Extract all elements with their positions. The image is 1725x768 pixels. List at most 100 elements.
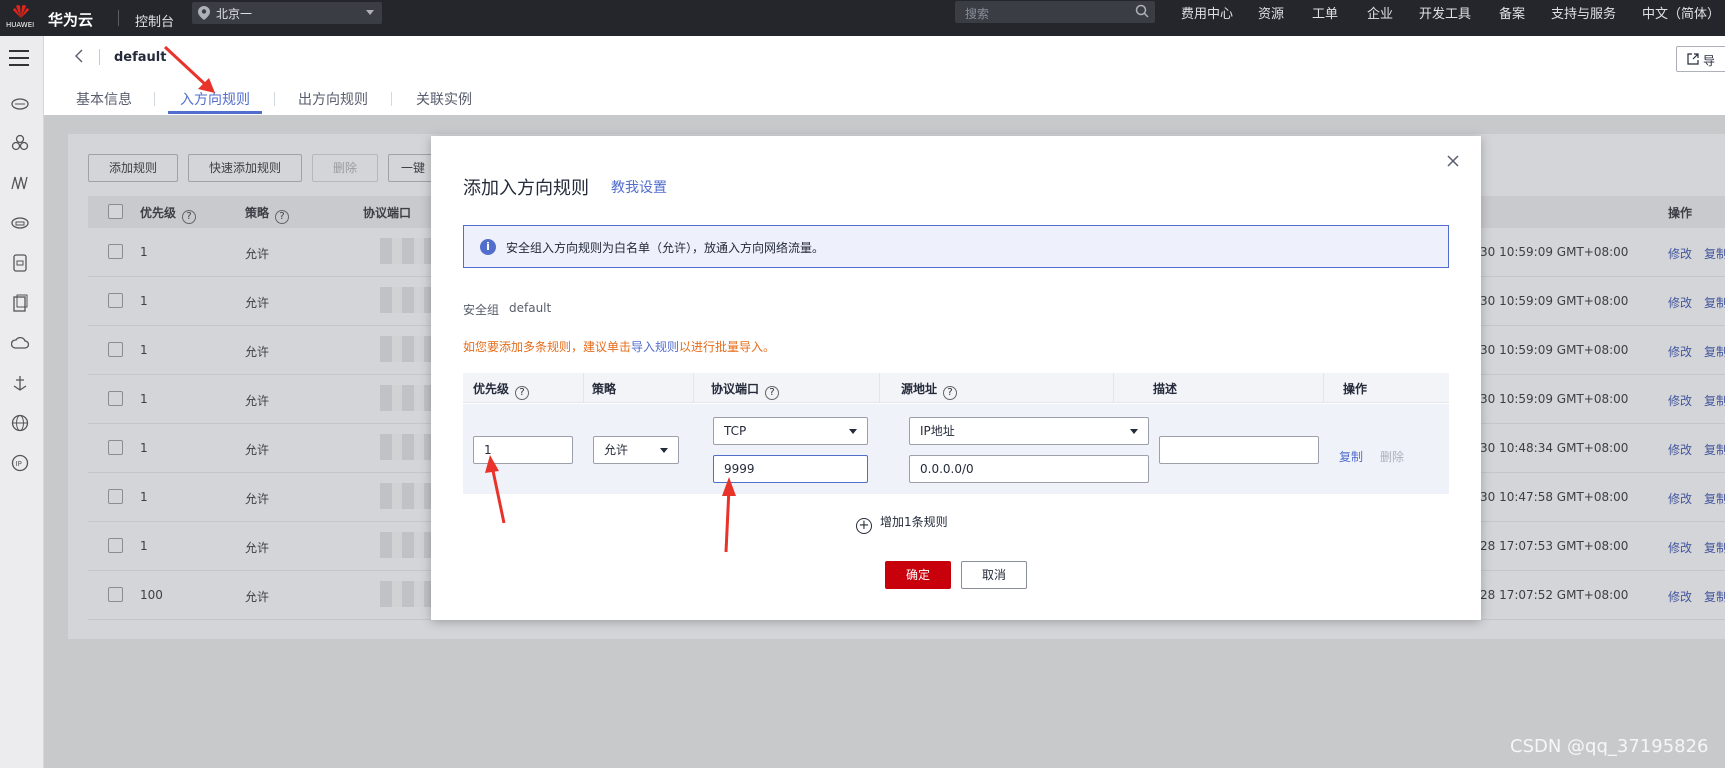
help-icon[interactable]: ? xyxy=(275,210,290,224)
back-arrow-icon[interactable] xyxy=(74,49,84,63)
copy-link[interactable]: 复制 xyxy=(1704,294,1725,311)
cloud-icon[interactable] xyxy=(11,334,29,352)
ip-icon[interactable]: IP xyxy=(11,454,29,472)
confirm-button[interactable]: 确定 xyxy=(885,561,951,589)
row-time: 30 10:59:09 GMT+08:00 xyxy=(1480,343,1629,357)
modify-link[interactable]: 修改 xyxy=(1668,490,1692,507)
nav-resources[interactable]: 资源 xyxy=(1258,3,1284,22)
import-rules-link[interactable]: 导入规则 xyxy=(631,340,679,354)
security-group-value: default xyxy=(509,301,552,315)
anchor-icon[interactable] xyxy=(11,374,29,392)
row-priority: 1 xyxy=(140,441,148,455)
source-type-select[interactable]: IP地址 xyxy=(909,417,1149,445)
source-address-input[interactable]: 0.0.0.0/0 xyxy=(909,455,1149,483)
tab-associated-instances[interactable]: 关联实例 xyxy=(416,89,472,109)
row-time: 28 17:07:53 GMT+08:00 xyxy=(1480,539,1629,553)
add-one-rule-button[interactable]: + 增加1条规则 xyxy=(856,513,948,534)
delete-button[interactable]: 删除 xyxy=(312,154,378,182)
row-checkbox[interactable] xyxy=(108,489,123,504)
copy-rule-link[interactable]: 复制 xyxy=(1339,448,1363,465)
row-checkbox[interactable] xyxy=(108,244,123,259)
copy-link[interactable]: 复制 xyxy=(1704,245,1725,262)
tab-basic-info[interactable]: 基本信息 xyxy=(76,89,132,109)
storage-icon[interactable] xyxy=(11,214,29,232)
network-icon[interactable] xyxy=(11,174,29,192)
nav-language[interactable]: 中文（简体） xyxy=(1642,3,1720,22)
console-link[interactable]: 控制台 xyxy=(135,11,174,30)
brand-name[interactable]: 华为云 xyxy=(48,9,93,30)
row-checkbox[interactable] xyxy=(108,342,123,357)
divider xyxy=(118,10,119,26)
modify-link[interactable]: 修改 xyxy=(1668,294,1692,311)
row-priority: 1 xyxy=(140,343,148,357)
row-checkbox[interactable] xyxy=(108,440,123,455)
search-icon[interactable] xyxy=(1135,4,1149,18)
help-icon[interactable]: ? xyxy=(515,386,530,400)
database-icon[interactable] xyxy=(11,254,29,272)
globe-icon[interactable] xyxy=(11,414,29,432)
info-icon: i xyxy=(480,239,496,255)
col-source: 源地址? xyxy=(901,380,958,400)
cloud-server-icon[interactable] xyxy=(11,94,29,112)
nav-filing[interactable]: 备案 xyxy=(1499,3,1525,22)
nav-tickets[interactable]: 工单 xyxy=(1312,3,1338,22)
priority-input[interactable]: 1 xyxy=(473,436,573,464)
nav-support[interactable]: 支持与服务 xyxy=(1551,3,1616,22)
tab-outbound-rules[interactable]: 出方向规则 xyxy=(298,89,368,109)
select-all-checkbox[interactable] xyxy=(108,204,123,219)
policy-select[interactable]: 允许 xyxy=(593,436,679,464)
svg-text:IP: IP xyxy=(16,460,22,468)
cancel-button[interactable]: 取消 xyxy=(961,561,1027,589)
copy-link[interactable]: 复制 xyxy=(1704,490,1725,507)
modify-link[interactable]: 修改 xyxy=(1668,539,1692,556)
col-actions: 操作 xyxy=(1668,206,1693,220)
port-input[interactable]: 9999 xyxy=(713,455,868,483)
help-icon[interactable]: ? xyxy=(182,210,197,224)
modify-link[interactable]: 修改 xyxy=(1668,441,1692,458)
quick-add-rule-button[interactable]: 快速添加规则 xyxy=(188,154,302,182)
row-checkbox[interactable] xyxy=(108,391,123,406)
document-icon[interactable] xyxy=(11,294,29,312)
menu-icon[interactable] xyxy=(9,50,29,66)
copy-link[interactable]: 复制 xyxy=(1704,392,1725,409)
row-checkbox[interactable] xyxy=(108,538,123,553)
row-time: 30 10:48:34 GMT+08:00 xyxy=(1480,441,1629,455)
page-header: default 基本信息 入方向规则 出方向规则 关联实例 导 xyxy=(44,36,1725,115)
nav-enterprise[interactable]: 企业 xyxy=(1367,3,1393,22)
protocol-select[interactable]: TCP xyxy=(713,417,868,445)
row-checkbox[interactable] xyxy=(108,587,123,602)
copy-link[interactable]: 复制 xyxy=(1704,539,1725,556)
nav-dev-tools[interactable]: 开发工具 xyxy=(1419,3,1471,22)
row-policy: 允许 xyxy=(245,443,270,457)
help-icon[interactable]: ? xyxy=(765,386,780,400)
copy-link[interactable]: 复制 xyxy=(1704,441,1725,458)
cluster-icon[interactable] xyxy=(11,134,29,152)
modify-link[interactable]: 修改 xyxy=(1668,588,1692,605)
modify-link[interactable]: 修改 xyxy=(1668,392,1692,409)
delete-rule-link[interactable]: 删除 xyxy=(1380,448,1404,465)
row-priority: 1 xyxy=(140,245,148,259)
tab-inbound-rules[interactable]: 入方向规则 xyxy=(180,89,250,109)
row-priority: 1 xyxy=(140,539,148,553)
search-input[interactable]: 搜索 xyxy=(955,1,1155,23)
modify-link[interactable]: 修改 xyxy=(1668,343,1692,360)
tab-divider xyxy=(154,92,155,106)
row-priority: 1 xyxy=(140,392,148,406)
description-input[interactable] xyxy=(1159,436,1319,464)
modify-link[interactable]: 修改 xyxy=(1668,245,1692,262)
close-icon[interactable] xyxy=(1446,154,1460,168)
page-title: default xyxy=(114,50,167,65)
export-button[interactable]: 导 xyxy=(1676,46,1725,72)
tab-divider xyxy=(274,92,275,106)
add-rule-button[interactable]: 添加规则 xyxy=(88,154,178,182)
huawei-logo[interactable]: HUAWEI xyxy=(6,2,36,34)
copy-link[interactable]: 复制 xyxy=(1704,343,1725,360)
copy-link[interactable]: 复制 xyxy=(1704,588,1725,605)
row-checkbox[interactable] xyxy=(108,293,123,308)
help-icon[interactable]: ? xyxy=(943,386,958,400)
region-selector[interactable]: 北京一 xyxy=(192,2,382,24)
nav-billing[interactable]: 费用中心 xyxy=(1181,3,1233,22)
row-policy: 允许 xyxy=(245,492,270,506)
row-time: 30 10:47:58 GMT+08:00 xyxy=(1480,490,1629,504)
help-link[interactable]: 教我设置 xyxy=(611,177,667,197)
